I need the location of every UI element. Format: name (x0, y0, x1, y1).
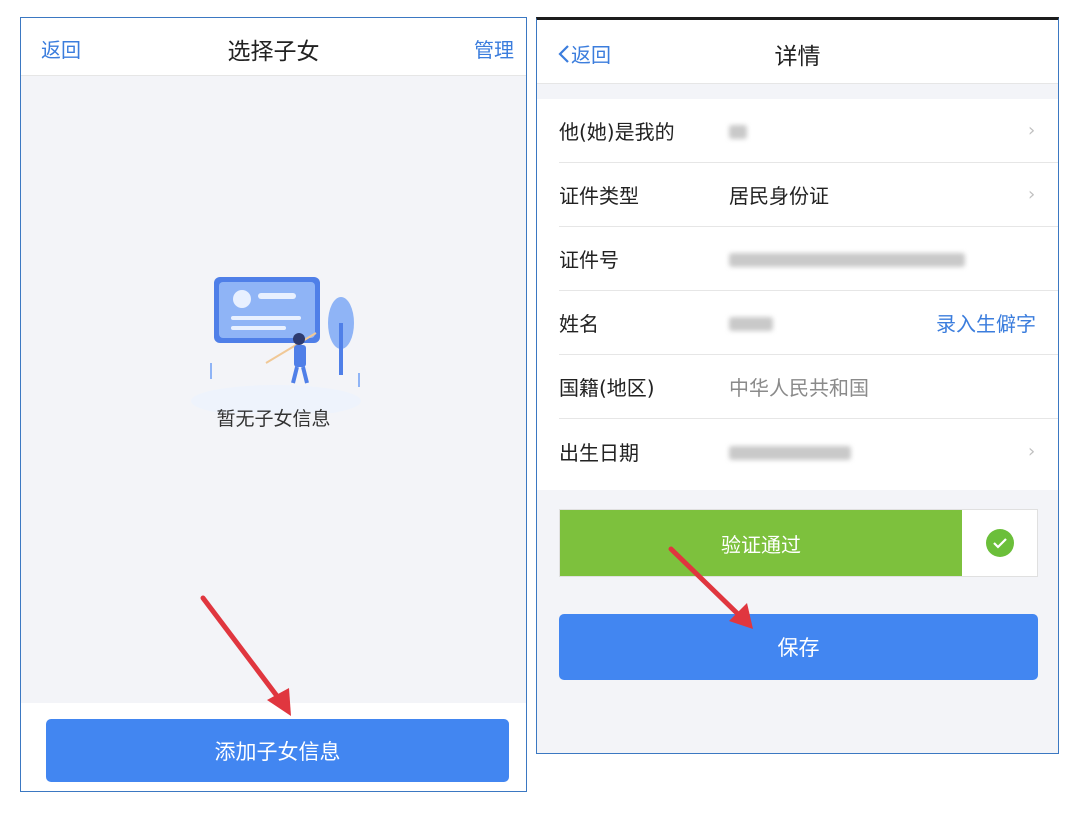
id-type-label: 证件类型 (559, 184, 639, 208)
chevron-right-icon: › (1028, 440, 1036, 462)
birth-date-label: 出生日期 (559, 440, 639, 465)
navbar: 返回 选择子女 管理 (21, 18, 526, 76)
check-circle-icon (985, 529, 1014, 557)
verify-label: 验证通过 (560, 510, 962, 576)
id-number-row[interactable]: 证件号 (559, 227, 1058, 291)
select-children-screen: 返回 选择子女 管理 暂无子女信息 添加子女信息 (20, 17, 527, 792)
save-button[interactable]: 保存 (559, 614, 1038, 680)
relation-label: 他(她)是我的 (559, 120, 675, 144)
id-number-label: 证件号 (559, 248, 619, 272)
chevron-right-icon: › (1028, 120, 1036, 141)
manage-button[interactable]: 管理 (474, 34, 514, 63)
nationality-row: 国籍(地区) 中华人民共和国 (559, 355, 1058, 419)
detail-screen: 返回 详情 他(她)是我的 › 证件类型 居民身份证 › 证件号 姓名 录入生僻… (536, 17, 1059, 754)
page-title: 选择子女 (227, 39, 320, 65)
page-title: 详情 (774, 44, 821, 70)
id-type-value: 居民身份证 (729, 184, 829, 208)
nationality-value: 中华人民共和国 (729, 376, 869, 400)
chevron-right-icon: › (1028, 184, 1036, 205)
bottom-bar: 添加子女信息 (21, 703, 526, 791)
detail-form: 他(她)是我的 › 证件类型 居民身份证 › 证件号 姓名 录入生僻字 国籍(地… (537, 99, 1058, 490)
empty-state-text: 暂无子女信息 (216, 408, 331, 430)
birth-date-row[interactable]: 出生日期 › (559, 419, 1058, 483)
verification-status: 验证通过 (559, 509, 1038, 577)
name-row[interactable]: 姓名 录入生僻字 (559, 291, 1058, 355)
navbar: 返回 详情 (537, 20, 1058, 84)
birth-date-value (729, 439, 1028, 463)
id-type-row[interactable]: 证件类型 居民身份证 › (559, 163, 1058, 227)
id-number-value (729, 247, 1058, 271)
name-label: 姓名 (559, 312, 599, 336)
verify-check-area (962, 510, 1037, 576)
name-value (729, 311, 936, 335)
empty-illustration-icon (191, 277, 361, 413)
nationality-label: 国籍(地区) (559, 376, 655, 400)
relation-row[interactable]: 他(她)是我的 › (559, 99, 1058, 163)
rare-character-link[interactable]: 录入生僻字 (936, 308, 1036, 337)
relation-value (729, 119, 1028, 143)
add-child-button[interactable]: 添加子女信息 (46, 719, 509, 782)
